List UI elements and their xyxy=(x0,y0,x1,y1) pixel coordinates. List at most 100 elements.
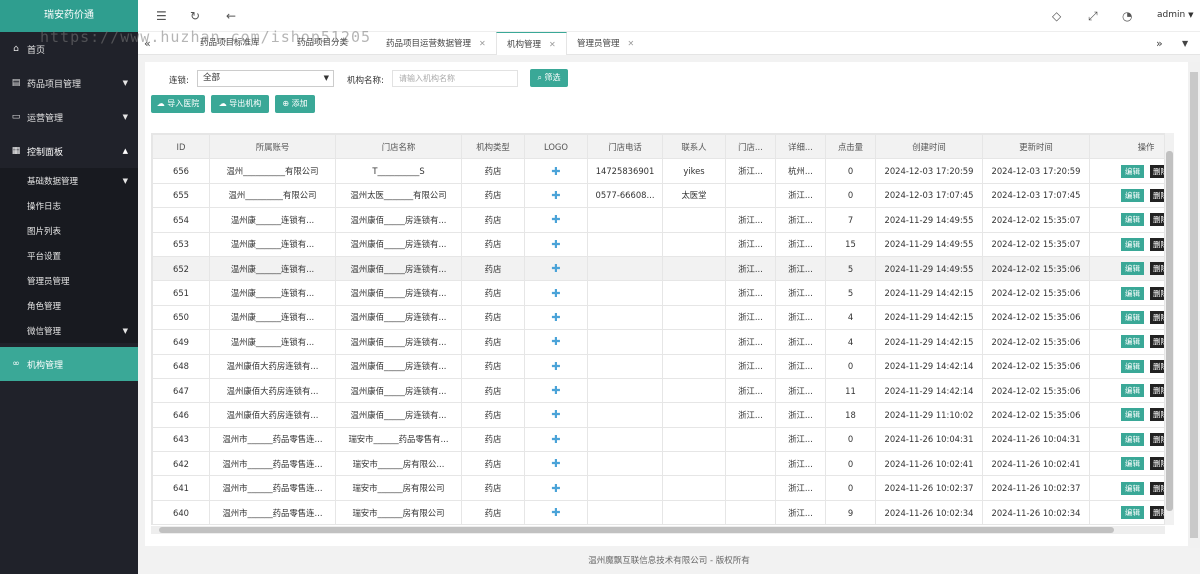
delete-button[interactable]: 删除 xyxy=(1150,237,1164,251)
cell-type: 药店 xyxy=(461,304,525,331)
edit-button[interactable]: 编辑 xyxy=(1121,457,1144,471)
fullscreen-icon[interactable]: ⤢ xyxy=(1088,9,1098,24)
logo-icon[interactable]: ✚ xyxy=(551,311,560,324)
import-hospital-button[interactable]: ☁ 导入医院 xyxy=(151,95,205,113)
edit-button[interactable]: 编辑 xyxy=(1121,262,1144,276)
sidebar-item-institutions[interactable]: ∞ 机构管理 xyxy=(0,347,138,381)
sidebar-subitem-admins[interactable]: 管理员管理 xyxy=(0,268,138,293)
delete-button[interactable]: 删除 xyxy=(1150,359,1164,373)
chevron-down-icon: ▼ xyxy=(122,176,128,185)
edit-button[interactable]: 编辑 xyxy=(1121,432,1144,446)
delete-button[interactable]: 删除 xyxy=(1150,408,1164,422)
delete-button[interactable]: 删除 xyxy=(1150,213,1164,227)
edit-button[interactable]: 编辑 xyxy=(1121,286,1144,300)
delete-button[interactable]: 删除 xyxy=(1150,481,1164,495)
delete-button[interactable]: 删除 xyxy=(1150,310,1164,324)
logo-icon[interactable]: ✚ xyxy=(551,213,560,226)
filter-button[interactable]: ⌕ 筛选 xyxy=(530,69,568,87)
delete-button[interactable]: 删除 xyxy=(1150,384,1164,398)
cell-s2: 浙江... xyxy=(775,402,826,428)
column-header[interactable]: 创建时间 xyxy=(875,134,983,160)
delete-button[interactable]: 删除 xyxy=(1150,262,1164,276)
sidebar-item-operations[interactable]: ▭ 运营管理 ▼ xyxy=(0,100,138,134)
sidebar-subitem-logs[interactable]: 操作日志 xyxy=(0,193,138,218)
sidebar-item-control-panel[interactable]: ▦ 控制面板 ▲ xyxy=(0,134,138,168)
theme-icon[interactable]: ◔ xyxy=(1122,9,1132,23)
column-header[interactable]: 更新时间 xyxy=(982,134,1090,160)
close-icon[interactable]: ✕ xyxy=(628,39,635,48)
cell-acct: 温州康佰大药房连锁有... xyxy=(209,402,336,428)
delete-button[interactable]: 删除 xyxy=(1150,506,1164,520)
sidebar-item-drug-projects[interactable]: ▤ 药品项目管理 ▼ xyxy=(0,66,138,100)
edit-button[interactable]: 编辑 xyxy=(1121,506,1144,520)
tab-drug-ops-data[interactable]: 药品项目运营数据管理 ✕ xyxy=(386,32,486,55)
menu-toggle-icon[interactable]: ☰ xyxy=(156,9,167,23)
edit-button[interactable]: 编辑 xyxy=(1121,384,1144,398)
table-vertical-scrollbar[interactable] xyxy=(1165,133,1174,525)
close-icon[interactable]: ✕ xyxy=(479,39,486,48)
edit-button[interactable]: 编辑 xyxy=(1121,310,1144,324)
user-menu[interactable]: admin ▼ xyxy=(1157,10,1193,20)
tag-icon[interactable]: ◇ xyxy=(1052,9,1061,23)
table-horizontal-scrollbar[interactable] xyxy=(151,526,1165,534)
delete-button[interactable]: 删除 xyxy=(1150,335,1164,349)
add-button[interactable]: ⊕ 添加 xyxy=(275,95,315,113)
edit-button[interactable]: 编辑 xyxy=(1121,164,1144,178)
panel-icon: ▦ xyxy=(11,146,21,156)
delete-button[interactable]: 删除 xyxy=(1150,286,1164,300)
sidebar-subitem-settings[interactable]: 平台设置 xyxy=(0,243,138,268)
scrollbar-thumb[interactable] xyxy=(159,527,1114,533)
institution-name-input[interactable]: 请输入机构名称 xyxy=(392,70,518,87)
scrollbar-thumb[interactable] xyxy=(1166,151,1173,511)
edit-button[interactable]: 编辑 xyxy=(1121,408,1144,422)
page-scrollbar[interactable] xyxy=(1188,62,1200,548)
logo-cell: ✚ xyxy=(524,499,588,524)
cell-contact xyxy=(662,475,726,501)
logo-icon[interactable]: ✚ xyxy=(551,238,560,251)
tab-institutions[interactable]: 机构管理 ✕ xyxy=(496,32,567,55)
logo-icon[interactable]: ✚ xyxy=(551,408,560,421)
edit-button[interactable]: 编辑 xyxy=(1121,359,1144,373)
tab-admins[interactable]: 管理员管理 ✕ xyxy=(577,32,634,55)
sidebar-subitem-basic-data[interactable]: 基础数据管理 ▼ xyxy=(0,168,138,193)
cell-id: 641 xyxy=(152,475,210,501)
sidebar-subitem-roles[interactable]: 角色管理 xyxy=(0,293,138,318)
delete-button[interactable]: 删除 xyxy=(1150,432,1164,446)
edit-button[interactable]: 编辑 xyxy=(1121,188,1144,202)
sidebar-subitem-wechat[interactable]: 微信管理 ▼ xyxy=(0,318,138,343)
cell-clicks: 18 xyxy=(825,402,876,428)
logo-icon[interactable]: ✚ xyxy=(551,262,560,275)
tabs-next-icon[interactable]: » xyxy=(1156,32,1163,55)
cell-clicks: 0 xyxy=(825,182,876,209)
logo-icon[interactable]: ✚ xyxy=(551,506,560,519)
logo-icon[interactable]: ✚ xyxy=(551,165,560,178)
logo-icon[interactable]: ✚ xyxy=(551,189,560,202)
logo-icon[interactable]: ✚ xyxy=(551,287,560,300)
cell-id: 647 xyxy=(152,377,210,404)
logo-icon[interactable]: ✚ xyxy=(551,335,560,348)
tabs-menu-icon[interactable]: ▼ xyxy=(1182,32,1188,55)
edit-button[interactable]: 编辑 xyxy=(1121,335,1144,349)
logo-icon[interactable]: ✚ xyxy=(551,482,560,495)
cell-contact xyxy=(662,451,726,477)
table-row: 651 温州康______连锁有... 温州康佰_____房连锁有... 药店 ✚ 浙江.… xyxy=(152,280,1164,306)
edit-button[interactable]: 编辑 xyxy=(1121,481,1144,495)
sidebar-subitem-images[interactable]: 图片列表 xyxy=(0,218,138,243)
edit-button[interactable]: 编辑 xyxy=(1121,213,1144,227)
chain-select[interactable]: 全部 ▼ xyxy=(197,70,334,87)
delete-button[interactable]: 删除 xyxy=(1150,164,1164,178)
logo-icon[interactable]: ✚ xyxy=(551,360,560,373)
cell-clicks: 0 xyxy=(825,451,876,477)
scrollbar-thumb[interactable] xyxy=(1190,72,1198,538)
logo-icon[interactable]: ✚ xyxy=(551,457,560,470)
refresh-icon[interactable]: ↻ xyxy=(190,9,200,23)
close-icon[interactable]: ✕ xyxy=(549,40,556,49)
institution-table: ID 所属账号 门店名称 机构类型 LOGO 门店电话 联系人 门店... 详细... 点击量 创建… xyxy=(151,133,1165,525)
delete-button[interactable]: 删除 xyxy=(1150,188,1164,202)
logo-icon[interactable]: ✚ xyxy=(551,384,560,397)
back-arrow-icon[interactable]: ← xyxy=(226,9,236,23)
edit-button[interactable]: 编辑 xyxy=(1121,237,1144,251)
export-institution-button[interactable]: ☁ 导出机构 xyxy=(211,95,269,113)
logo-icon[interactable]: ✚ xyxy=(551,433,560,446)
delete-button[interactable]: 删除 xyxy=(1150,457,1164,471)
